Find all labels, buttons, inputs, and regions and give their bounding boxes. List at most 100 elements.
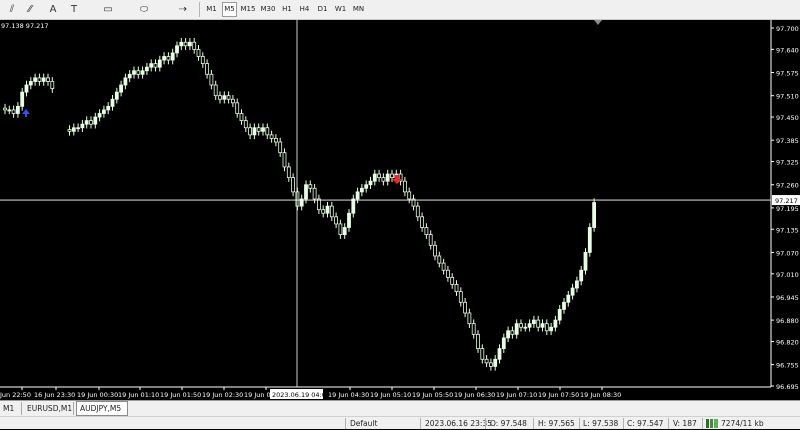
candle-body	[200, 56, 205, 65]
candle-body	[476, 333, 480, 349]
candle-body	[239, 113, 244, 122]
candle-body	[256, 127, 261, 132]
timeframe-button-m30[interactable]: M30	[258, 2, 278, 17]
price-tick-label: 97.450	[776, 114, 799, 122]
price-chart[interactable]: 97.700 97.640 97.575 97.510 97.450 97.385 97.3…	[0, 20, 800, 400]
price-tick-label: 97.575	[776, 70, 799, 78]
candle-body	[209, 73, 214, 86]
chart-tab[interactable]: M1	[0, 402, 22, 415]
status-separator	[345, 418, 346, 429]
time-tick-label: 19 Jun 08:30	[580, 391, 621, 399]
candle-body	[420, 216, 425, 228]
candle-body	[557, 309, 562, 321]
candle-body	[119, 84, 123, 93]
ellipse-icon[interactable]: ⬭	[136, 2, 152, 17]
top-left-price-readout: 97.138 97.217	[1, 22, 49, 30]
candle-body	[183, 41, 188, 47]
timeframe-button-m15[interactable]: M15	[240, 2, 256, 17]
candle-body	[488, 362, 493, 367]
timeframe-button-m5[interactable]: M5	[222, 2, 237, 17]
candle-body	[282, 152, 287, 168]
status-close: C: 97.547	[627, 419, 664, 428]
candle-body	[140, 70, 145, 75]
candle-body	[162, 56, 167, 61]
connection-status-icon	[706, 419, 718, 428]
candle-body	[377, 173, 382, 179]
candle-body	[510, 330, 515, 335]
price-tick-label: 96.755	[776, 362, 799, 370]
candle-body	[364, 184, 369, 189]
status-open: O: 97.548	[490, 419, 527, 428]
price-tick-label: 96.880	[776, 317, 799, 325]
candle-body	[213, 84, 218, 97]
price-tick-label: 97.700	[776, 25, 799, 33]
candle-body	[248, 127, 253, 136]
candle-body	[205, 63, 210, 75]
timeframe-button-d1[interactable]: D1	[315, 2, 330, 17]
status-separator	[623, 418, 624, 429]
candle-body	[11, 109, 16, 114]
timeframe-button-w1[interactable]: W1	[333, 2, 348, 17]
candle-body	[385, 173, 390, 182]
text-icon[interactable]: A	[45, 2, 61, 17]
candle-body	[3, 107, 7, 111]
candle-body	[312, 187, 317, 200]
timeframe-button-m1[interactable]: M1	[204, 2, 219, 17]
candle-body	[7, 109, 12, 112]
candle-body	[454, 284, 459, 293]
candle-body	[506, 330, 511, 339]
hline-icon[interactable]: ⫽	[4, 2, 20, 17]
arrow-shapes-icon[interactable]: ⇢	[175, 2, 191, 17]
time-tick-label: 19 Jun 02:30	[202, 391, 243, 399]
candle-body	[149, 63, 154, 68]
timeframe-button-h4[interactable]: H4	[297, 2, 312, 17]
candle-body	[71, 127, 76, 132]
rectangle-icon[interactable]: ▭	[100, 2, 116, 17]
candle-body	[480, 348, 485, 360]
price-tick-label: 97.195	[776, 205, 799, 213]
candle-body	[114, 91, 119, 100]
time-tick-label: 19 Jun 07:10	[496, 391, 537, 399]
candle-body	[235, 102, 240, 114]
candle-body	[166, 56, 171, 61]
chart-window[interactable]: 97.700 97.640 97.575 97.510 97.450 97.385 97.3…	[0, 20, 800, 400]
candle-body	[351, 198, 356, 214]
candle-body	[316, 198, 321, 211]
status-separator	[668, 418, 669, 429]
candle-body	[544, 323, 549, 332]
candle-body	[132, 70, 136, 75]
time-tick-label: 19 Jun 00:30	[77, 391, 118, 399]
candle-body	[37, 77, 42, 82]
candle-body	[321, 209, 326, 214]
price-tick-label: 97.260	[776, 182, 799, 190]
candle-body	[458, 291, 463, 303]
candle-body	[97, 113, 102, 118]
candle-body	[329, 205, 334, 218]
candle-body	[519, 323, 523, 328]
candle-body	[407, 191, 412, 200]
crosshair-time-label: 2023.06.19 04:00	[272, 391, 330, 399]
timeframe-button-h1[interactable]: H1	[280, 2, 294, 17]
toolbar: ⫽ ⁄⁄ A T ▭ ⬭ ⇢ M1 M5 M15 M30 H1 H4 D1 W1 MN	[0, 0, 800, 20]
chart-tab[interactable]: AUDJPY,M5	[76, 401, 128, 416]
candle-body	[243, 120, 248, 129]
candle-body	[175, 45, 179, 54]
candle-body	[536, 319, 541, 328]
candle-body	[106, 105, 111, 111]
candle-body	[192, 41, 197, 50]
trendline-icon[interactable]: ⁄⁄	[22, 2, 38, 17]
candle-body	[579, 269, 584, 282]
candle-body	[450, 276, 455, 285]
status-low: L: 97.538	[583, 419, 619, 428]
label-icon[interactable]: T	[66, 2, 82, 17]
candle-body	[261, 127, 265, 132]
toolbar-separator	[199, 2, 200, 17]
candle-body	[50, 81, 55, 89]
candle-body	[304, 184, 308, 200]
timeframe-button-mn[interactable]: MN	[351, 2, 366, 17]
price-tick-label: 97.010	[776, 271, 799, 279]
candle-body	[278, 141, 283, 154]
price-tick-label: 96.945	[776, 294, 799, 302]
candle-body	[342, 227, 347, 236]
chart-tab[interactable]: EURUSD,M1	[24, 402, 74, 415]
